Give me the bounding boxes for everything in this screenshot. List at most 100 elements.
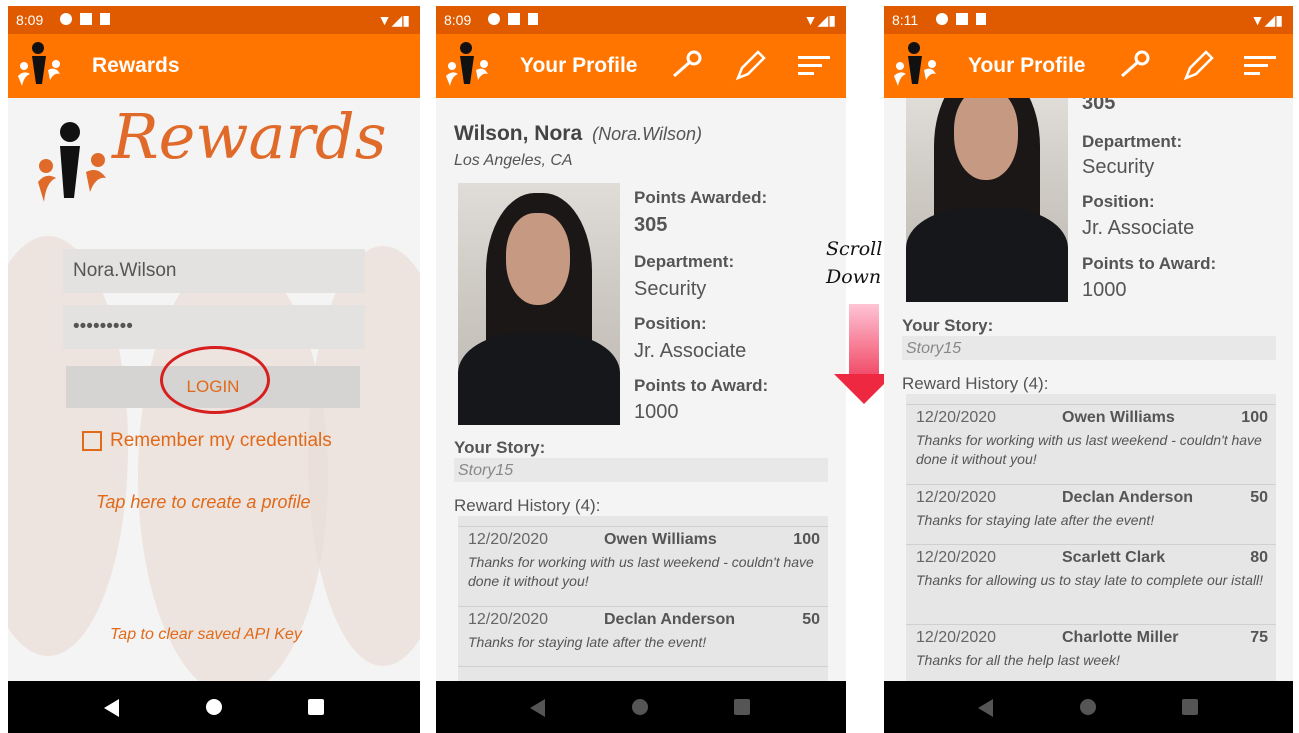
entry-points: 100 (1241, 409, 1268, 426)
sd-card-icon (528, 13, 538, 25)
points-awarded-value: 305 (634, 214, 668, 236)
entry-points: 80 (1250, 549, 1268, 566)
gear-icon (60, 13, 72, 25)
password-field[interactable] (63, 305, 365, 349)
rewards-logo-icon (38, 122, 106, 202)
scroll-annotation-line1: Scroll (826, 238, 883, 260)
profile-photo (458, 183, 620, 425)
wrench-icon[interactable] (668, 48, 704, 84)
status-bar: 8:09 ▼◢▮ (436, 6, 846, 34)
app-logo-icon (18, 42, 60, 86)
status-time: 8:09 (16, 12, 44, 28)
mail-icon (80, 13, 92, 25)
entry-points: 50 (1250, 489, 1268, 506)
mail-icon (508, 13, 520, 25)
entry-date: 12/20/2020 (916, 409, 997, 426)
position-label: Position: (1082, 192, 1155, 211)
department-label: Department: (1082, 132, 1183, 151)
remember-credentials-checkbox[interactable]: Remember my credentials (82, 430, 332, 452)
position-value: Jr. Associate (1082, 217, 1195, 239)
back-icon[interactable] (530, 699, 545, 717)
points-awarded-label: Points Awarded: (634, 188, 768, 207)
login-screen: 8:09 ▼◢▮ Rewards Rewards LOGIN Remember … (8, 6, 420, 733)
status-time: 8:09 (444, 12, 472, 28)
status-time: 8:11 (892, 12, 919, 28)
sd-card-icon (100, 13, 110, 25)
home-icon[interactable] (632, 699, 648, 715)
scroll-arrow-shaft (849, 304, 879, 376)
app-title: Your Profile (968, 54, 1086, 77)
edit-pencil-icon[interactable] (1180, 48, 1216, 84)
history-entry[interactable]: 12/20/2020 Owen Williams 100 Thanks for … (458, 526, 828, 607)
recents-icon[interactable] (734, 699, 750, 715)
nav-bar (436, 681, 846, 733)
entry-name: Charlotte Miller (1062, 629, 1179, 646)
points-to-award-label: Points to Award: (634, 376, 769, 395)
app-logo-icon (446, 42, 488, 86)
department-label: Department: (634, 252, 735, 271)
app-bar: Your Profile (884, 34, 1293, 98)
wrench-icon[interactable] (1116, 48, 1152, 84)
back-icon[interactable] (104, 699, 119, 717)
nav-bar (884, 681, 1293, 733)
recents-icon[interactable] (308, 699, 324, 715)
rewards-wordmark: Rewards (112, 100, 387, 173)
entry-message: Thanks for staying late after the event! (916, 512, 1155, 528)
remember-label: Remember my credentials (110, 430, 332, 451)
app-title: Your Profile (520, 54, 638, 77)
entry-points: 50 (802, 611, 820, 628)
entry-message: Thanks for working with us last weekend … (916, 432, 1262, 467)
nav-bar (8, 681, 420, 733)
sort-icon[interactable] (1242, 48, 1278, 84)
history-entry[interactable]: 12/20/2020 Scarlett Clark 80 Thanks for … (906, 544, 1276, 625)
history-entry[interactable]: 12/20/2020 Declan Anderson 50 Thanks for… (906, 484, 1276, 545)
gear-icon (936, 13, 948, 25)
history-entry[interactable]: 12/20/2020 Declan Anderson 50 Thanks for… (458, 606, 828, 665)
username-field[interactable] (63, 249, 365, 293)
entry-date: 12/20/2020 (916, 549, 997, 566)
recents-icon[interactable] (1182, 699, 1198, 715)
checkbox-icon[interactable] (82, 431, 102, 451)
entry-points: 100 (793, 531, 820, 548)
password-input[interactable] (63, 305, 365, 349)
entry-name: Owen Williams (604, 531, 717, 548)
username-input[interactable] (63, 249, 365, 293)
home-icon[interactable] (1080, 699, 1096, 715)
clear-api-key-link[interactable]: Tap to clear saved API Key (110, 626, 302, 644)
story-label: Your Story: (902, 316, 994, 335)
reward-history-list[interactable]: 12/20/2020 Owen Williams 100 Thanks for … (906, 394, 1276, 686)
status-bar: 8:11 ▼◢▮ (884, 6, 1293, 34)
entry-points: 75 (1250, 629, 1268, 646)
signal-battery-icon: ▼◢▮ (1250, 12, 1283, 28)
signal-battery-icon: ▼◢▮ (377, 12, 410, 28)
history-entry[interactable]: 12/20/2020 Owen Williams 100 Thanks for … (906, 404, 1276, 485)
department-value: Security (634, 278, 707, 300)
entry-date: 12/20/2020 (916, 489, 997, 506)
app-title: Rewards (92, 54, 180, 77)
app-logo-icon (894, 42, 936, 86)
sd-card-icon (976, 13, 986, 25)
create-profile-link[interactable]: Tap here to create a profile (96, 492, 310, 513)
history-entry[interactable]: 12/20/2020 Charlotte Miller 75 Thanks fo… (906, 624, 1276, 686)
entry-message: Thanks for working with us last weekend … (468, 554, 814, 589)
sort-icon[interactable] (796, 48, 832, 84)
entry-name: Scarlett Clark (1062, 549, 1166, 566)
home-icon[interactable] (206, 699, 222, 715)
story-label: Your Story: (454, 438, 546, 457)
profile-screen: 8:09 ▼◢▮ Your Profile Wilson, Nora (Nora.… (436, 6, 846, 733)
profile-photo (906, 98, 1068, 302)
position-label: Position: (634, 314, 707, 333)
location: Los Angeles, CA (454, 152, 573, 169)
edit-pencil-icon[interactable] (732, 48, 768, 84)
app-bar: Rewards (8, 34, 420, 98)
highlight-circle (160, 346, 270, 414)
scroll-annotation-line2: Down (826, 266, 882, 288)
points-to-award-value: 1000 (634, 401, 679, 423)
profile-screen-scrolled: 305 Department: Security Position: Jr. A… (884, 6, 1293, 733)
entry-date: 12/20/2020 (468, 531, 549, 548)
position-value: Jr. Associate (634, 340, 747, 362)
story-value: Story15 (902, 336, 1276, 360)
back-icon[interactable] (978, 699, 993, 717)
department-value: Security (1082, 156, 1155, 178)
reward-history-list[interactable]: 12/20/2020 Owen Williams 100 Thanks for … (458, 516, 828, 686)
